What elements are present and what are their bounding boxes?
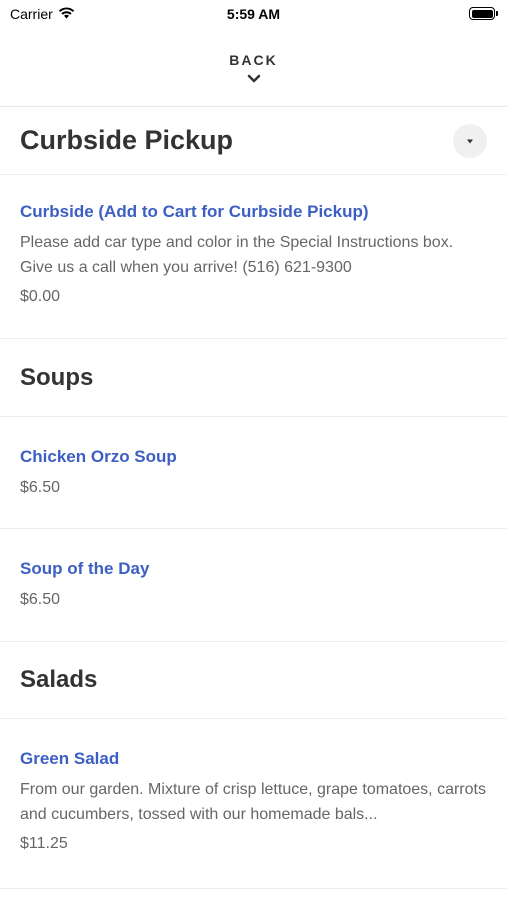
menu-item[interactable]: Soup of the Day $6.50 (0, 529, 507, 642)
battery-icon (469, 7, 498, 20)
section-header-curbside: Curbside Pickup (0, 107, 507, 175)
menu-item-price: $11.25 (20, 835, 68, 852)
status-bar: Carrier 5:59 AM (0, 0, 507, 28)
menu-item-description: From our garden. Mixture of crisp lettuc… (20, 781, 486, 823)
menu-item-name[interactable]: Chicken Orzo Soup (20, 447, 487, 467)
back-button[interactable]: BACK (0, 28, 507, 107)
section-header-soups: Soups (0, 339, 507, 417)
section-title: Salads (20, 666, 98, 693)
menu-item-name[interactable]: Soup of the Day (20, 559, 487, 579)
menu-item-price: $6.50 (20, 479, 61, 496)
status-right (469, 7, 498, 20)
status-time: 5:59 AM (226, 6, 281, 22)
caret-down-icon (465, 132, 475, 150)
chevron-down-icon (247, 70, 261, 88)
section-header-salads: Salads (0, 642, 507, 719)
back-label: BACK (229, 52, 278, 68)
menu-item[interactable]: Curbside (Add to Cart for Curbside Picku… (0, 175, 507, 339)
section-title: Curbside Pickup (20, 125, 234, 155)
menu-item[interactable]: Chicken Orzo Soup $6.50 (0, 417, 507, 529)
menu-item-name[interactable]: Curbside (Add to Cart for Curbside Picku… (20, 202, 487, 222)
menu-item-name[interactable]: Green Salad (20, 749, 487, 769)
section-title: Soups (20, 363, 94, 391)
menu-item-price: $0.00 (20, 288, 61, 305)
menu-item[interactable]: Green Salad From our garden. Mixture of … (0, 719, 507, 889)
menu-item-price: $6.50 (20, 591, 61, 608)
section-dropdown-button[interactable] (453, 124, 487, 158)
menu-item-description: Please add car type and color in the Spe… (20, 234, 454, 276)
